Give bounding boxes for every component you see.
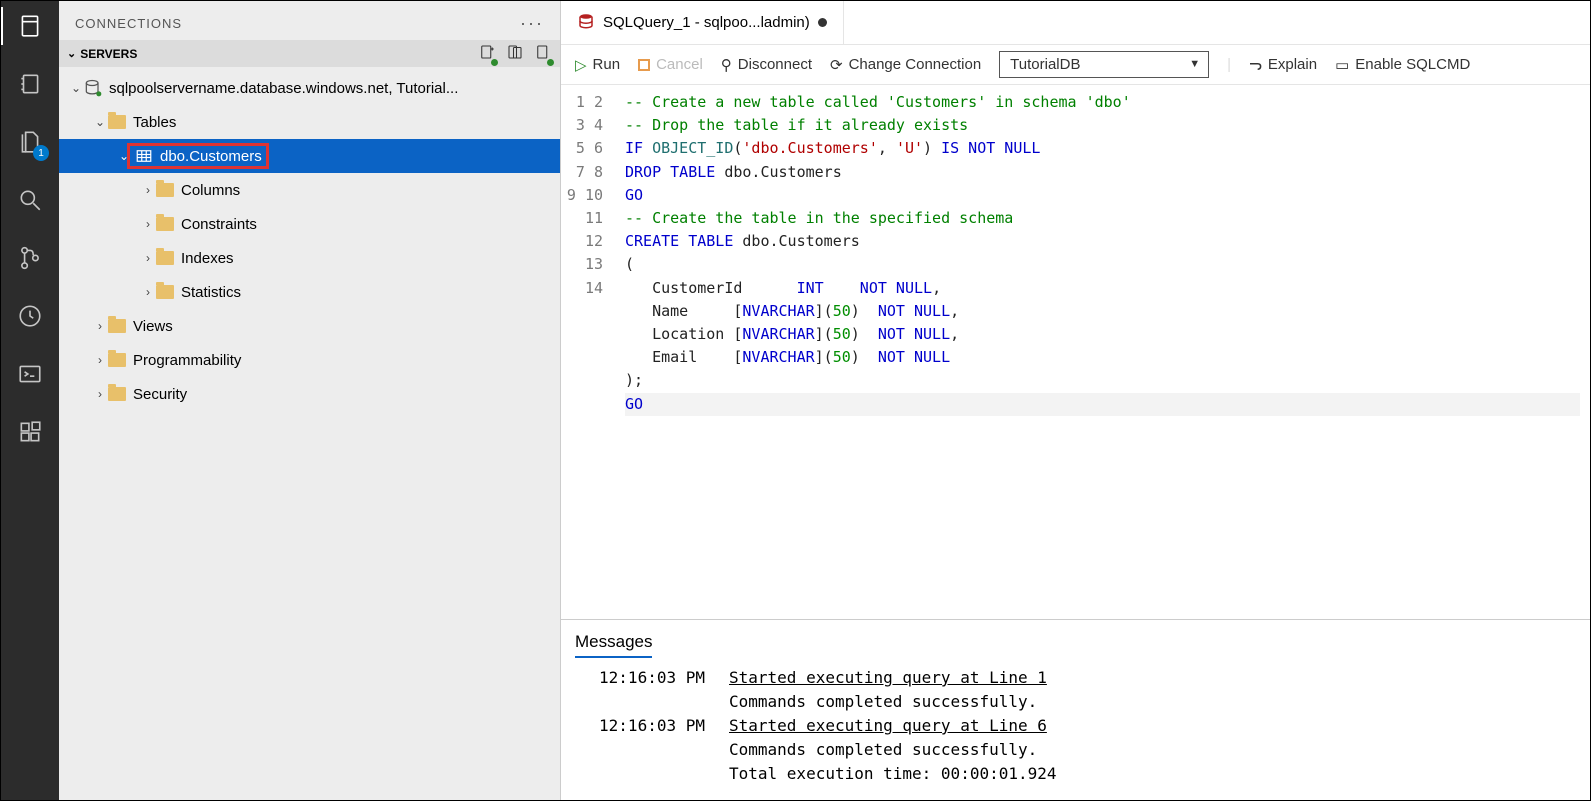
chevron-down-icon: ⌄ <box>67 47 76 60</box>
tree-constraints-label: Constraints <box>181 216 257 233</box>
tree-constraints-node[interactable]: › Constraints <box>59 207 560 241</box>
messages-body: 12:16:03 PM Started executing query at L… <box>575 666 1576 786</box>
folder-icon <box>155 285 175 299</box>
refresh-icon: ⟳ <box>830 56 843 74</box>
explain-icon: ᓓ <box>1249 56 1262 74</box>
tree-server-label: sqlpoolservername.database.windows.net, … <box>109 80 458 97</box>
panel-header: CONNECTIONS ··· <box>59 1 560 40</box>
code-editor[interactable]: 1 2 3 4 5 6 7 8 9 10 11 12 13 14 -- Crea… <box>561 85 1590 619</box>
chevron-down-icon: ⌄ <box>69 81 83 95</box>
tree-indexes-label: Indexes <box>181 250 234 267</box>
tree-dbo-customers-label: dbo.Customers <box>160 148 262 165</box>
stop-icon <box>638 59 650 71</box>
tree-statistics-node[interactable]: › Statistics <box>59 275 560 309</box>
message-row: 12:16:03 PM Started executing query at L… <box>575 714 1576 738</box>
tab-bar: SQLQuery_1 - sqlpoo...ladmin) <box>561 1 1590 45</box>
folder-icon <box>155 251 175 265</box>
folder-icon <box>107 115 127 129</box>
activity-timeline-icon[interactable] <box>15 301 45 331</box>
database-select[interactable]: TutorialDB <box>999 51 1209 78</box>
run-button[interactable]: ▷Run <box>575 56 620 74</box>
chevron-right-icon: › <box>93 387 107 401</box>
message-link[interactable]: Started executing query at Line 1 <box>729 666 1047 690</box>
activity-notebook-icon[interactable] <box>15 69 45 99</box>
chevron-right-icon: › <box>93 319 107 333</box>
new-query-icon[interactable] <box>534 43 552 64</box>
tree-statistics-label: Statistics <box>181 284 241 301</box>
panel-more-icon[interactable]: ··· <box>520 13 544 34</box>
enable-sqlcmd-button[interactable]: ▭Enable SQLCMD <box>1335 56 1470 74</box>
play-icon: ▷ <box>575 56 587 74</box>
message-line: Total execution time: 00:00:01.924 <box>729 762 1576 786</box>
connections-panel: CONNECTIONS ··· ⌄ SERVERS ⌄ sqlpoolserve… <box>59 1 561 800</box>
servers-label: SERVERS <box>80 47 137 61</box>
cancel-button[interactable]: Cancel <box>638 56 703 73</box>
message-row: 12:16:03 PM Started executing query at L… <box>575 666 1576 690</box>
dirty-indicator-icon <box>818 18 827 27</box>
tree-server-node[interactable]: ⌄ sqlpoolservername.database.windows.net… <box>59 71 560 105</box>
message-line: Commands completed successfully. <box>729 738 1576 762</box>
activity-bar: 1 <box>1 1 59 800</box>
panel-title: CONNECTIONS <box>75 16 182 31</box>
tree-indexes-node[interactable]: › Indexes <box>59 241 560 275</box>
folder-icon <box>107 319 127 333</box>
chevron-right-icon: › <box>141 183 155 197</box>
sqlcmd-icon: ▭ <box>1335 56 1349 74</box>
activity-terminal-icon[interactable] <box>15 359 45 389</box>
activity-extensions-icon[interactable] <box>15 417 45 447</box>
message-timestamp: 12:16:03 PM <box>575 714 705 738</box>
tab-title: SQLQuery_1 - sqlpoo...ladmin) <box>603 14 810 31</box>
messages-tab[interactable]: Messages <box>575 628 652 658</box>
explain-button[interactable]: ᓓExplain <box>1249 56 1317 74</box>
message-link[interactable]: Started executing query at Line 6 <box>729 714 1047 738</box>
tree-programmability-label: Programmability <box>133 352 241 369</box>
query-toolbar: ▷Run Cancel ⚲Disconnect ⟳Change Connecti… <box>561 45 1590 85</box>
activity-search-icon[interactable] <box>15 185 45 215</box>
activity-connections-icon[interactable] <box>15 11 45 41</box>
servers-section-header[interactable]: ⌄ SERVERS <box>59 40 560 67</box>
tree-views-label: Views <box>133 318 173 335</box>
chevron-down-icon: ⌄ <box>93 115 107 129</box>
change-connection-button[interactable]: ⟳Change Connection <box>830 56 981 74</box>
tree-views-node[interactable]: › Views <box>59 309 560 343</box>
editor-area: SQLQuery_1 - sqlpoo...ladmin) ▷Run Cance… <box>561 1 1590 800</box>
chevron-right-icon: › <box>141 285 155 299</box>
disconnect-button[interactable]: ⚲Disconnect <box>721 56 812 74</box>
explorer-badge: 1 <box>33 145 49 161</box>
messages-panel: Messages 12:16:03 PM Started executing q… <box>561 619 1590 800</box>
folder-icon <box>155 217 175 231</box>
message-line: Commands completed successfully. <box>729 690 1576 714</box>
separator: | <box>1227 56 1231 73</box>
new-group-icon[interactable] <box>506 43 524 64</box>
chevron-right-icon: › <box>93 353 107 367</box>
chevron-right-icon: › <box>141 251 155 265</box>
tree-security-label: Security <box>133 386 187 403</box>
tree-columns-label: Columns <box>181 182 240 199</box>
folder-icon <box>107 387 127 401</box>
server-icon <box>83 78 103 98</box>
activity-explorer-icon[interactable]: 1 <box>15 127 45 157</box>
server-tree: ⌄ sqlpoolservername.database.windows.net… <box>59 67 560 415</box>
code-content[interactable]: -- Create a new table called 'Customers'… <box>615 85 1590 619</box>
editor-tab[interactable]: SQLQuery_1 - sqlpoo...ladmin) <box>561 1 844 44</box>
tree-security-node[interactable]: › Security <box>59 377 560 411</box>
new-connection-icon[interactable] <box>478 43 496 64</box>
tree-programmability-node[interactable]: › Programmability <box>59 343 560 377</box>
table-icon <box>134 147 154 165</box>
tree-tables-node[interactable]: ⌄ Tables <box>59 105 560 139</box>
folder-icon <box>107 353 127 367</box>
disconnect-icon: ⚲ <box>721 56 732 74</box>
chevron-right-icon: › <box>141 217 155 231</box>
database-icon <box>577 12 595 34</box>
tree-tables-label: Tables <box>133 114 176 131</box>
message-timestamp: 12:16:03 PM <box>575 666 705 690</box>
line-gutter: 1 2 3 4 5 6 7 8 9 10 11 12 13 14 <box>561 85 615 619</box>
tree-dbo-customers-node[interactable]: ⌄ dbo.Customers <box>59 139 560 173</box>
activity-source-control-icon[interactable] <box>15 243 45 273</box>
folder-icon <box>155 183 175 197</box>
tree-columns-node[interactable]: › Columns <box>59 173 560 207</box>
